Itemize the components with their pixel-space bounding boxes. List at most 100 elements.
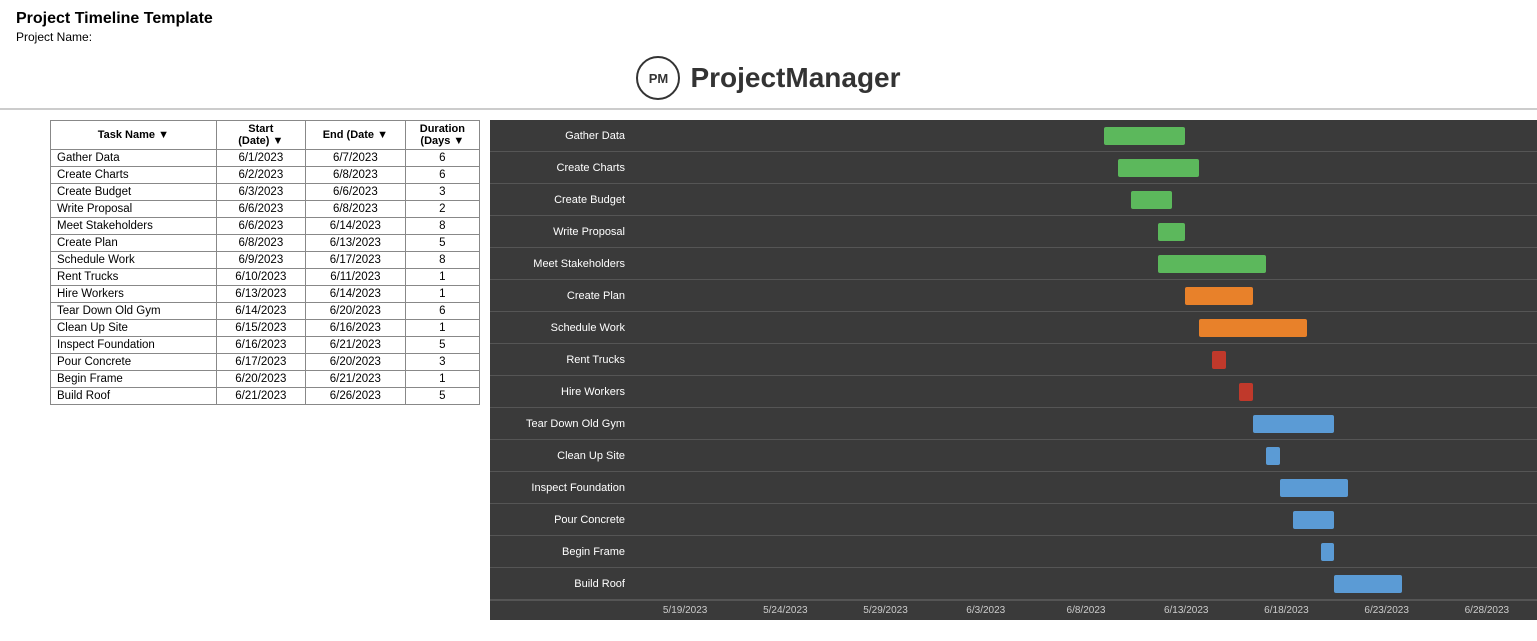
gantt-label: Write Proposal xyxy=(490,226,635,238)
gantt-label: Gather Data xyxy=(490,130,635,142)
task-start: 6/9/2023 xyxy=(216,252,305,269)
gantt-chart-area xyxy=(635,280,1537,312)
col-header-task[interactable]: Task Name ▼ xyxy=(51,121,217,150)
table-row: Tear Down Old Gym 6/14/2023 6/20/2023 6 xyxy=(51,303,480,320)
task-start: 6/8/2023 xyxy=(216,235,305,252)
task-end: 6/21/2023 xyxy=(305,337,405,354)
gantt-x-label: 6/3/2023 xyxy=(936,601,1036,618)
task-name: Create Plan xyxy=(51,235,217,252)
gantt-label: Inspect Foundation xyxy=(490,482,635,494)
gantt-row: Clean Up Site xyxy=(490,440,1537,472)
gantt-chart-area xyxy=(635,216,1537,248)
gantt-row: Meet Stakeholders xyxy=(490,248,1537,280)
table-row: Begin Frame 6/20/2023 6/21/2023 1 xyxy=(51,371,480,388)
gantt-bar xyxy=(1185,287,1253,305)
col-header-end[interactable]: End (Date ▼ xyxy=(305,121,405,150)
brand-name: ProjectManager xyxy=(690,62,900,94)
task-end: 6/16/2023 xyxy=(305,320,405,337)
task-name: Pour Concrete xyxy=(51,354,217,371)
gantt-row: Pour Concrete xyxy=(490,504,1537,536)
task-start: 6/10/2023 xyxy=(216,269,305,286)
gantt-bar xyxy=(1118,159,1199,177)
gantt-chart-area xyxy=(635,568,1537,600)
task-end: 6/21/2023 xyxy=(305,371,405,388)
col-header-dur[interactable]: Duration(Days ▼ xyxy=(405,121,479,150)
table-row: Inspect Foundation 6/16/2023 6/21/2023 5 xyxy=(51,337,480,354)
task-end: 6/8/2023 xyxy=(305,167,405,184)
table-row: Create Budget 6/3/2023 6/6/2023 3 xyxy=(51,184,480,201)
gantt-bar xyxy=(1158,223,1185,241)
task-end: 6/17/2023 xyxy=(305,252,405,269)
task-dur: 6 xyxy=(405,150,479,167)
gantt-bar xyxy=(1266,447,1280,465)
task-end: 6/26/2023 xyxy=(305,388,405,405)
task-dur: 6 xyxy=(405,303,479,320)
table-row: Clean Up Site 6/15/2023 6/16/2023 1 xyxy=(51,320,480,337)
table-row: Hire Workers 6/13/2023 6/14/2023 1 xyxy=(51,286,480,303)
task-start: 6/3/2023 xyxy=(216,184,305,201)
task-start: 6/20/2023 xyxy=(216,371,305,388)
gantt-bar xyxy=(1199,319,1307,337)
task-end: 6/14/2023 xyxy=(305,218,405,235)
task-dur: 5 xyxy=(405,235,479,252)
gantt-row: Create Plan xyxy=(490,280,1537,312)
gantt-x-label: 6/13/2023 xyxy=(1136,601,1236,618)
task-end: 6/6/2023 xyxy=(305,184,405,201)
task-dur: 3 xyxy=(405,354,479,371)
gantt-bar xyxy=(1253,415,1334,433)
task-start: 6/17/2023 xyxy=(216,354,305,371)
table-row: Meet Stakeholders 6/6/2023 6/14/2023 8 xyxy=(51,218,480,235)
task-dur: 8 xyxy=(405,252,479,269)
gantt-x-label: 5/29/2023 xyxy=(835,601,935,618)
table-row: Pour Concrete 6/17/2023 6/20/2023 3 xyxy=(51,354,480,371)
gantt-bar xyxy=(1104,127,1185,145)
gantt-row: Gather Data xyxy=(490,120,1537,152)
task-name: Write Proposal xyxy=(51,201,217,218)
gantt-row: Begin Frame xyxy=(490,536,1537,568)
gantt-chart-area xyxy=(635,472,1537,504)
task-start: 6/15/2023 xyxy=(216,320,305,337)
gantt-chart-area xyxy=(635,440,1537,472)
col-header-start[interactable]: Start(Date) ▼ xyxy=(216,121,305,150)
task-dur: 5 xyxy=(405,388,479,405)
table-row: Create Plan 6/8/2023 6/13/2023 5 xyxy=(51,235,480,252)
gantt-chart-area xyxy=(635,536,1537,568)
gantt-x-label: 6/8/2023 xyxy=(1036,601,1136,618)
gantt-bar xyxy=(1212,351,1226,369)
gantt-label: Pour Concrete xyxy=(490,514,635,526)
gantt-x-label: 6/18/2023 xyxy=(1236,601,1336,618)
task-name: Hire Workers xyxy=(51,286,217,303)
gantt-bar xyxy=(1239,383,1253,401)
task-start: 6/6/2023 xyxy=(216,218,305,235)
task-name: Schedule Work xyxy=(51,252,217,269)
gantt-bar xyxy=(1158,255,1266,273)
gantt-chart-area xyxy=(635,184,1537,216)
gantt-chart-area xyxy=(635,376,1537,408)
task-name: Create Budget xyxy=(51,184,217,201)
gantt-row: Create Charts xyxy=(490,152,1537,184)
task-start: 6/16/2023 xyxy=(216,337,305,354)
table-row: Gather Data 6/1/2023 6/7/2023 6 xyxy=(51,150,480,167)
task-name: Build Roof xyxy=(51,388,217,405)
gantt-x-label: 5/24/2023 xyxy=(735,601,835,618)
pm-logo: PM xyxy=(636,56,680,100)
task-start: 6/21/2023 xyxy=(216,388,305,405)
task-end: 6/13/2023 xyxy=(305,235,405,252)
task-dur: 8 xyxy=(405,218,479,235)
gantt-row: Build Roof xyxy=(490,568,1537,600)
gantt-row: Rent Trucks xyxy=(490,344,1537,376)
task-dur: 1 xyxy=(405,286,479,303)
gantt-row: Hire Workers xyxy=(490,376,1537,408)
task-name: Begin Frame xyxy=(51,371,217,388)
task-name: Inspect Foundation xyxy=(51,337,217,354)
task-end: 6/11/2023 xyxy=(305,269,405,286)
table-row: Build Roof 6/21/2023 6/26/2023 5 xyxy=(51,388,480,405)
task-name: Clean Up Site xyxy=(51,320,217,337)
gantt-label: Create Charts xyxy=(490,162,635,174)
gantt-label: Create Plan xyxy=(490,290,635,302)
gantt-row: Tear Down Old Gym xyxy=(490,408,1537,440)
gantt-label: Tear Down Old Gym xyxy=(490,418,635,430)
page-title: Project Timeline Template xyxy=(16,10,1521,28)
gantt-label: Build Roof xyxy=(490,578,635,590)
gantt-label: Begin Frame xyxy=(490,546,635,558)
